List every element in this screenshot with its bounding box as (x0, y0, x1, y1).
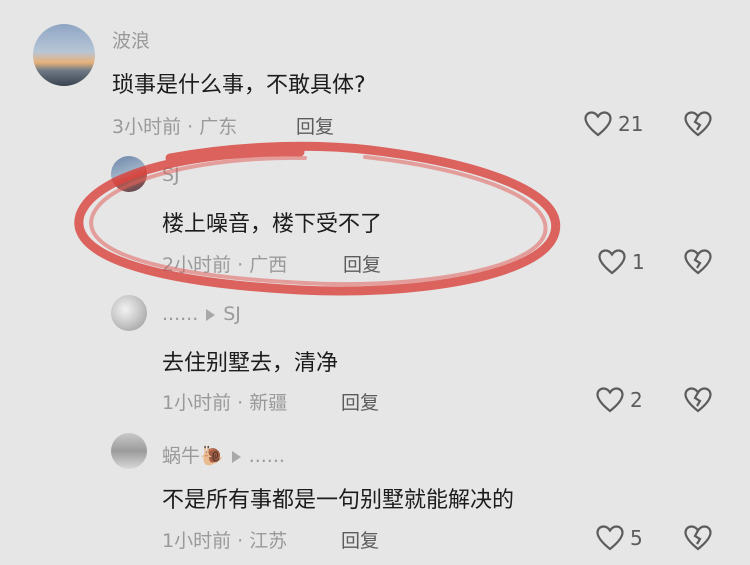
like-count: 2 (630, 388, 643, 412)
comment-text: 楼上噪音，楼下受不了 (162, 212, 383, 237)
dislike-button[interactable] (684, 525, 712, 551)
comment-meta: 1小时前 · 新疆 (162, 392, 288, 414)
dislike-button[interactable] (684, 249, 712, 275)
comment-author[interactable]: 波浪 (112, 26, 150, 53)
comment-author-line: 蜗牛🐌...... (162, 441, 285, 468)
reply-to-author[interactable]: ...... (249, 445, 285, 467)
like-count: 5 (630, 526, 643, 550)
comment-text: 不是所有事都是一句别墅就能解决的 (162, 488, 515, 513)
heart-icon (598, 249, 626, 275)
comment-author[interactable]: 蜗牛 (162, 445, 200, 467)
comment-text: 去住别墅去，清净 (162, 351, 339, 376)
reply-button[interactable]: 回复 (296, 112, 334, 139)
comment-author[interactable]: SJ (162, 164, 180, 186)
like-button[interactable]: 21 (584, 111, 643, 137)
reply-button[interactable]: 回复 (341, 526, 379, 553)
comment-author[interactable]: ...... (162, 303, 198, 325)
broken-heart-icon (684, 249, 712, 275)
like-count: 1 (632, 250, 645, 274)
avatar[interactable] (33, 24, 95, 86)
comment-meta: 1小时前 · 江苏 (162, 530, 288, 552)
heart-icon (584, 111, 612, 137)
snail-emoji: 🐌 (200, 445, 224, 467)
comment-text: 琐事是什么事，不敢具体? (112, 73, 366, 98)
broken-heart-icon (684, 111, 712, 137)
comment-meta: 2小时前 · 广西 (162, 254, 288, 276)
broken-heart-icon (684, 387, 712, 413)
comment-author-line: ...... SJ (162, 303, 241, 325)
avatar[interactable] (111, 295, 147, 331)
broken-heart-icon (684, 525, 712, 551)
like-count: 21 (618, 112, 644, 136)
dislike-button[interactable] (684, 387, 712, 413)
dislike-button[interactable] (684, 111, 712, 137)
reply-to-author[interactable]: SJ (223, 303, 241, 325)
like-button[interactable]: 5 (596, 525, 643, 551)
heart-icon (596, 387, 624, 413)
reply-button[interactable]: 回复 (341, 388, 379, 415)
avatar[interactable] (111, 433, 147, 469)
avatar[interactable] (111, 156, 147, 192)
reply-arrow-icon (206, 308, 216, 321)
like-button[interactable]: 1 (598, 249, 645, 275)
reply-button[interactable]: 回复 (343, 250, 381, 277)
heart-icon (596, 525, 624, 551)
comment-meta: 3小时前 · 广东 (112, 116, 238, 138)
like-button[interactable]: 2 (596, 387, 643, 413)
reply-arrow-icon (231, 450, 241, 463)
